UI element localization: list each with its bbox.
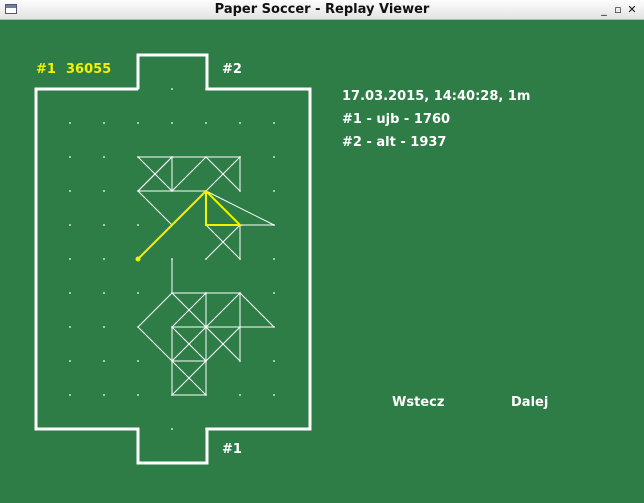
grid-dot bbox=[103, 360, 105, 362]
grid-dot bbox=[239, 122, 241, 124]
grid-dot bbox=[273, 122, 275, 124]
last-move-lines bbox=[137, 189, 243, 260]
move-line bbox=[137, 326, 173, 362]
move-line bbox=[205, 190, 275, 226]
minimize-icon[interactable]: _ bbox=[598, 3, 610, 16]
grid-dot bbox=[273, 394, 275, 396]
player-top-label: #1 bbox=[36, 62, 56, 77]
game-datetime: 17.03.2015, 14:40:28, 1m bbox=[342, 89, 531, 104]
grid-dot bbox=[171, 88, 173, 90]
title-bar[interactable]: Paper Soccer - Replay Viewer _ ▫ ✕ bbox=[0, 0, 644, 20]
goal-top-label: #2 bbox=[222, 62, 242, 77]
grid-dot bbox=[273, 156, 275, 158]
grid-dot bbox=[239, 394, 241, 396]
move-line bbox=[137, 292, 173, 328]
grid-dot bbox=[103, 122, 105, 124]
grid-dot bbox=[137, 292, 139, 294]
score-counter: 36055 bbox=[66, 62, 112, 77]
grid-dot bbox=[103, 156, 105, 158]
grid-dot bbox=[103, 394, 105, 396]
close-icon[interactable]: ✕ bbox=[626, 3, 638, 16]
grid-dot bbox=[69, 360, 71, 362]
grid-dot bbox=[69, 292, 71, 294]
replay-viewer-window: Paper Soccer - Replay Viewer _ ▫ ✕ #1 36… bbox=[0, 0, 644, 503]
grid-dot bbox=[69, 224, 71, 226]
grid-dot bbox=[137, 360, 139, 362]
goal-bottom-label: #1 bbox=[222, 442, 242, 457]
grid-dot bbox=[69, 326, 71, 328]
grid-dot bbox=[205, 122, 207, 124]
grid-dot bbox=[273, 258, 275, 260]
grid-dot bbox=[273, 292, 275, 294]
grid-dot bbox=[103, 326, 105, 328]
grid-dot bbox=[69, 156, 71, 158]
back-button[interactable]: Wstecz bbox=[392, 395, 444, 410]
grid-dot bbox=[137, 224, 139, 226]
move-line bbox=[239, 292, 275, 328]
grid-dot bbox=[69, 122, 71, 124]
move-line bbox=[137, 190, 173, 226]
soccer-field[interactable] bbox=[0, 21, 644, 503]
next-button[interactable]: Dalej bbox=[511, 395, 548, 410]
grid-dot bbox=[171, 428, 173, 430]
last-move-path bbox=[137, 189, 243, 260]
maximize-icon[interactable]: ▫ bbox=[612, 3, 624, 16]
grid-dot bbox=[137, 394, 139, 396]
grid-dot bbox=[103, 190, 105, 192]
ball-marker bbox=[135, 256, 141, 262]
grid-dot bbox=[171, 122, 173, 124]
grid-dot bbox=[69, 258, 71, 260]
move-line bbox=[205, 292, 241, 328]
window-title: Paper Soccer - Replay Viewer bbox=[214, 2, 430, 17]
grid-dot bbox=[273, 360, 275, 362]
grid-dot bbox=[103, 224, 105, 226]
grid-dot bbox=[137, 122, 139, 124]
grid-dot bbox=[103, 292, 105, 294]
move-line bbox=[171, 156, 207, 192]
field-border bbox=[34, 53, 312, 465]
grid-dot bbox=[103, 258, 105, 260]
grid-dot bbox=[273, 190, 275, 192]
player1-info: #1 - ujb - 1760 bbox=[342, 112, 451, 127]
grid-dot bbox=[69, 394, 71, 396]
player2-info: #2 - alt - 1937 bbox=[342, 135, 447, 150]
grid-dot bbox=[69, 190, 71, 192]
